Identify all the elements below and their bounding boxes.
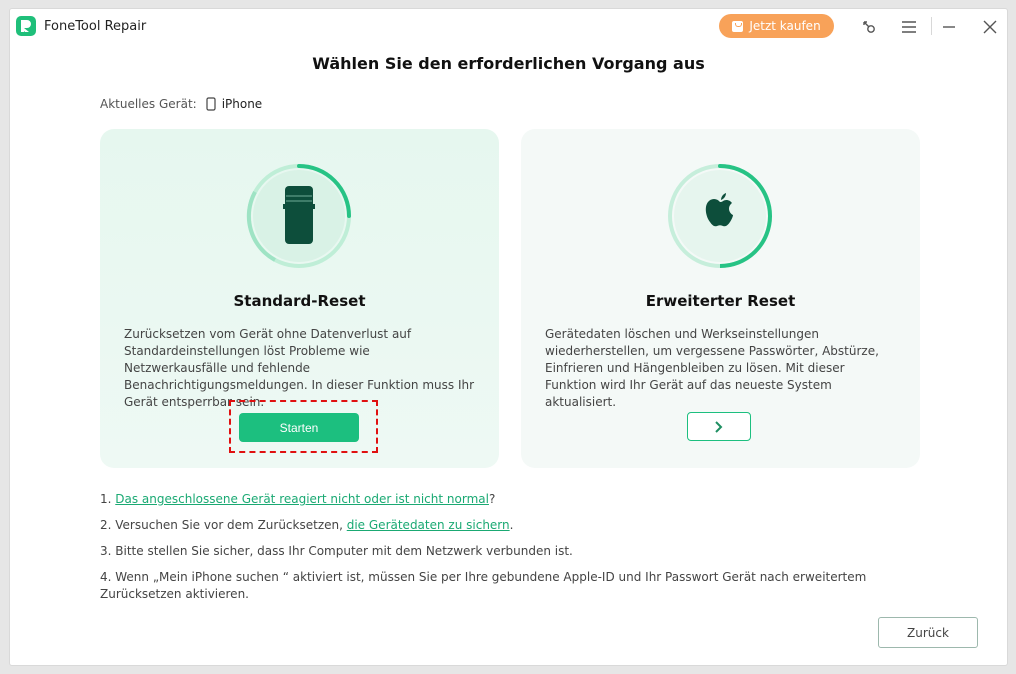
app-title: FoneTool Repair — [44, 19, 147, 34]
note-2: 2. Versuchen Sie vor dem Zurücksetzen, d… — [100, 518, 514, 532]
apple-icon — [666, 162, 774, 270]
menu-icon[interactable] — [899, 17, 919, 37]
key-icon[interactable] — [859, 17, 879, 37]
advanced-reset-next-button[interactable] — [687, 412, 751, 441]
buy-now-label: Jetzt kaufen — [749, 19, 821, 33]
advanced-reset-card[interactable]: Erweiterter Reset Gerätedaten löschen un… — [521, 129, 920, 468]
buy-now-button[interactable]: Jetzt kaufen — [719, 14, 834, 38]
device-not-responding-link[interactable]: Das angeschlossene Gerät reagiert nicht … — [115, 492, 489, 506]
device-name: iPhone — [221, 97, 263, 111]
advanced-reset-title: Erweiterter Reset — [645, 292, 796, 310]
app-logo-icon — [16, 16, 36, 36]
chevron-right-icon — [715, 420, 723, 433]
phone-outline-icon — [206, 97, 216, 111]
minimize-icon[interactable] — [939, 17, 959, 37]
standard-reset-title: Standard-Reset — [233, 292, 366, 310]
close-icon[interactable] — [980, 17, 1000, 37]
page-title: Wählen Sie den erforderlichen Vorgang au… — [312, 54, 705, 73]
backup-data-link[interactable]: die Gerätedaten zu sichern — [347, 518, 510, 532]
standard-reset-description: Zurücksetzen vom Gerät ohne Datenverlust… — [124, 327, 475, 409]
start-button[interactable]: Starten — [239, 413, 359, 442]
app-window: FoneTool Repair Jetzt kaufen Wählen Sie … — [9, 8, 1008, 666]
notes-list: 1. Das angeschlossene Gerät reagiert nic… — [100, 491, 880, 612]
phone-icon — [245, 162, 353, 270]
advanced-reset-description: Gerätedaten löschen und Werkseinstellung… — [545, 327, 879, 409]
title-bar: FoneTool Repair Jetzt kaufen — [10, 9, 1007, 45]
standard-reset-card[interactable]: Standard-Reset Zurücksetzen vom Gerät oh… — [100, 129, 499, 468]
titlebar-divider — [931, 17, 932, 35]
back-button[interactable]: Zurück — [878, 617, 978, 648]
device-label: Aktuelles Gerät: — [100, 97, 197, 111]
shopping-bag-icon — [732, 20, 744, 32]
note-4: 4. Wenn „Mein iPhone suchen “ aktiviert … — [100, 570, 867, 601]
current-device: Aktuelles Gerät: iPhone — [100, 97, 262, 111]
note-1: 1. Das angeschlossene Gerät reagiert nic… — [100, 492, 496, 506]
note-3: 3. Bitte stellen Sie sicher, dass Ihr Co… — [100, 544, 573, 558]
